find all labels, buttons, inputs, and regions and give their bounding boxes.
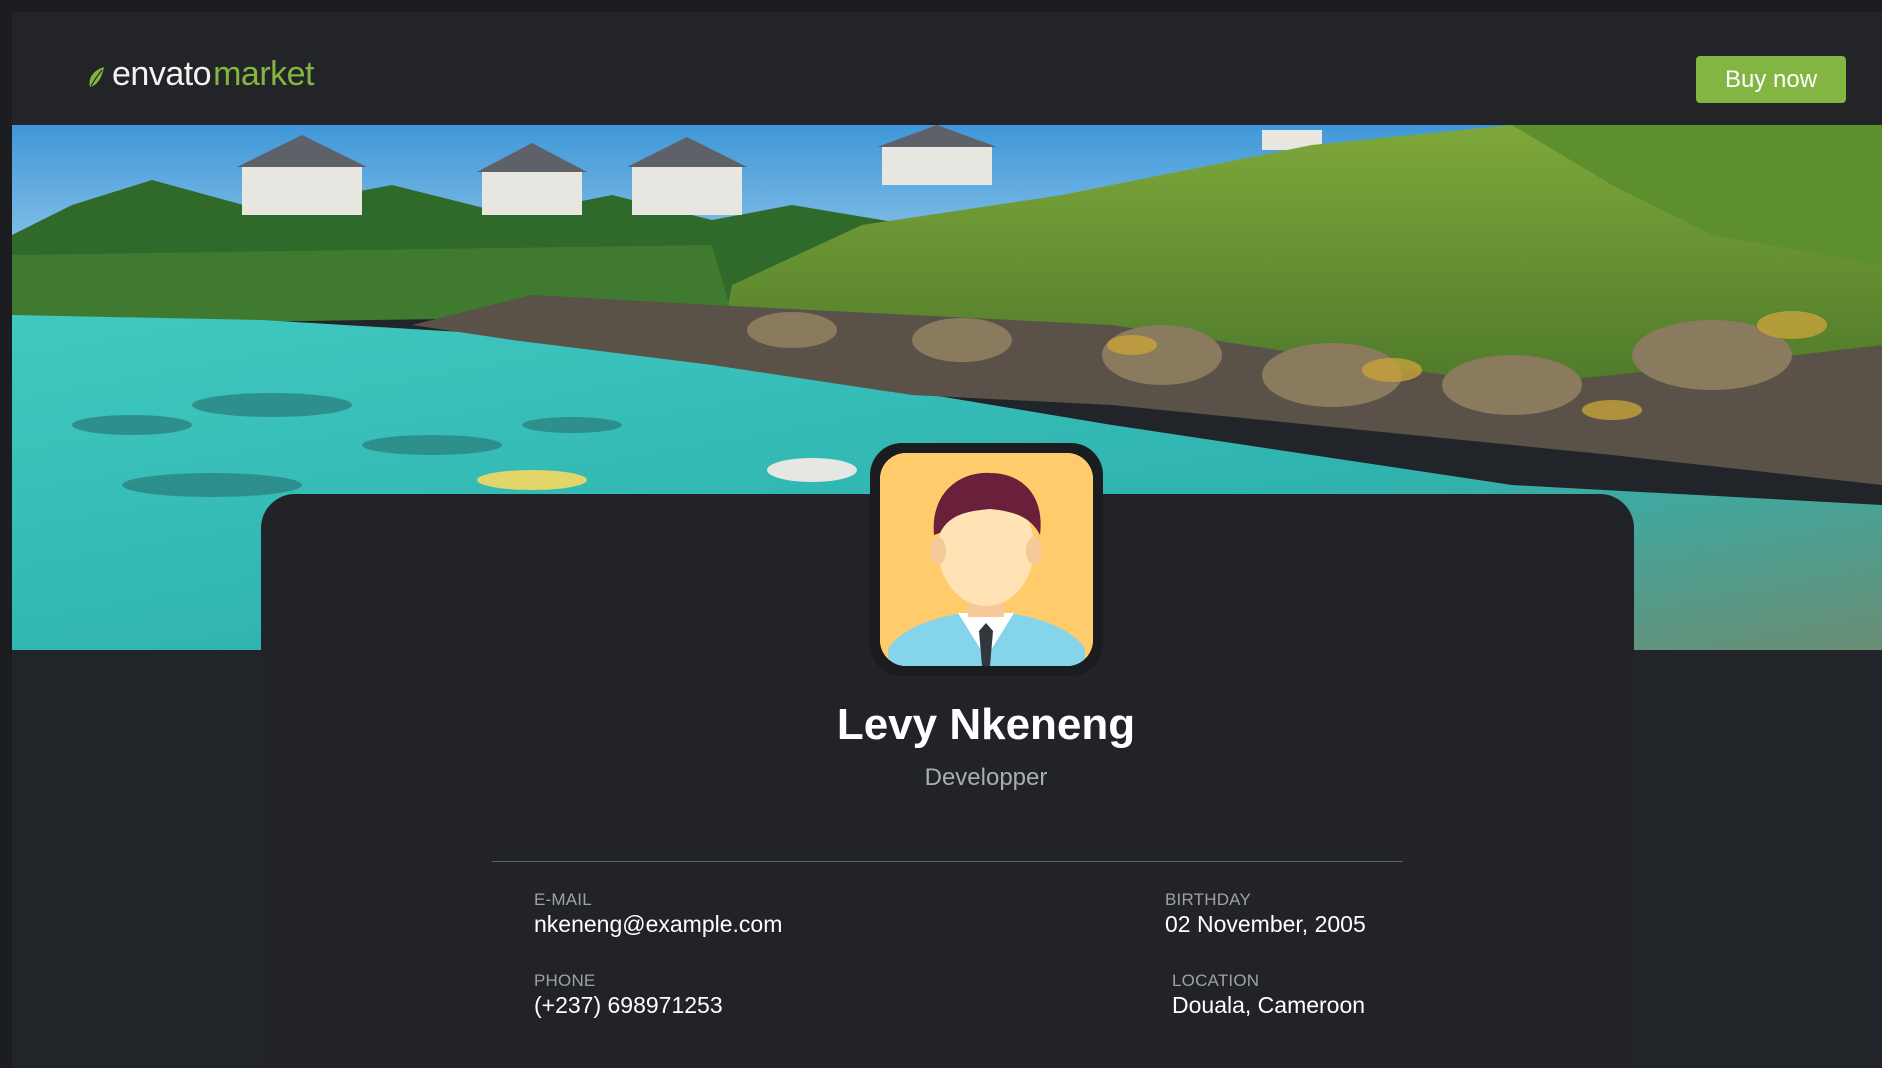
top-bar: envato market Buy now <box>12 12 1882 125</box>
buy-now-button[interactable]: Buy now <box>1696 56 1846 103</box>
leaf-icon <box>86 57 110 91</box>
window-edge <box>0 0 12 1068</box>
location-label: LOCATION <box>1172 971 1260 990</box>
phone-label: PHONE <box>534 971 596 990</box>
location-value: Douala, Cameroon <box>1172 992 1366 1018</box>
avatar-frame <box>870 443 1103 676</box>
logo-text-envato: envato <box>112 55 212 93</box>
email-label: E-MAIL <box>534 890 592 909</box>
phone-value: (+237) 698971253 <box>534 992 723 1018</box>
profile-role: Developper <box>924 764 1048 791</box>
logo-text-market: market <box>213 55 315 93</box>
email-value: nkeneng@example.com <box>534 911 783 937</box>
profile-name: Levy Nkeneng <box>836 700 1136 749</box>
divider <box>492 861 1403 862</box>
birthday-label: BIRTHDAY <box>1165 890 1251 909</box>
envato-market-logo[interactable]: envato market <box>86 55 315 93</box>
window-edge <box>0 0 1882 12</box>
avatar <box>880 453 1093 666</box>
page: envato market Buy now Levy Nkeneng Devel… <box>0 0 1882 1068</box>
birthday-value: 02 November, 2005 <box>1165 911 1366 937</box>
